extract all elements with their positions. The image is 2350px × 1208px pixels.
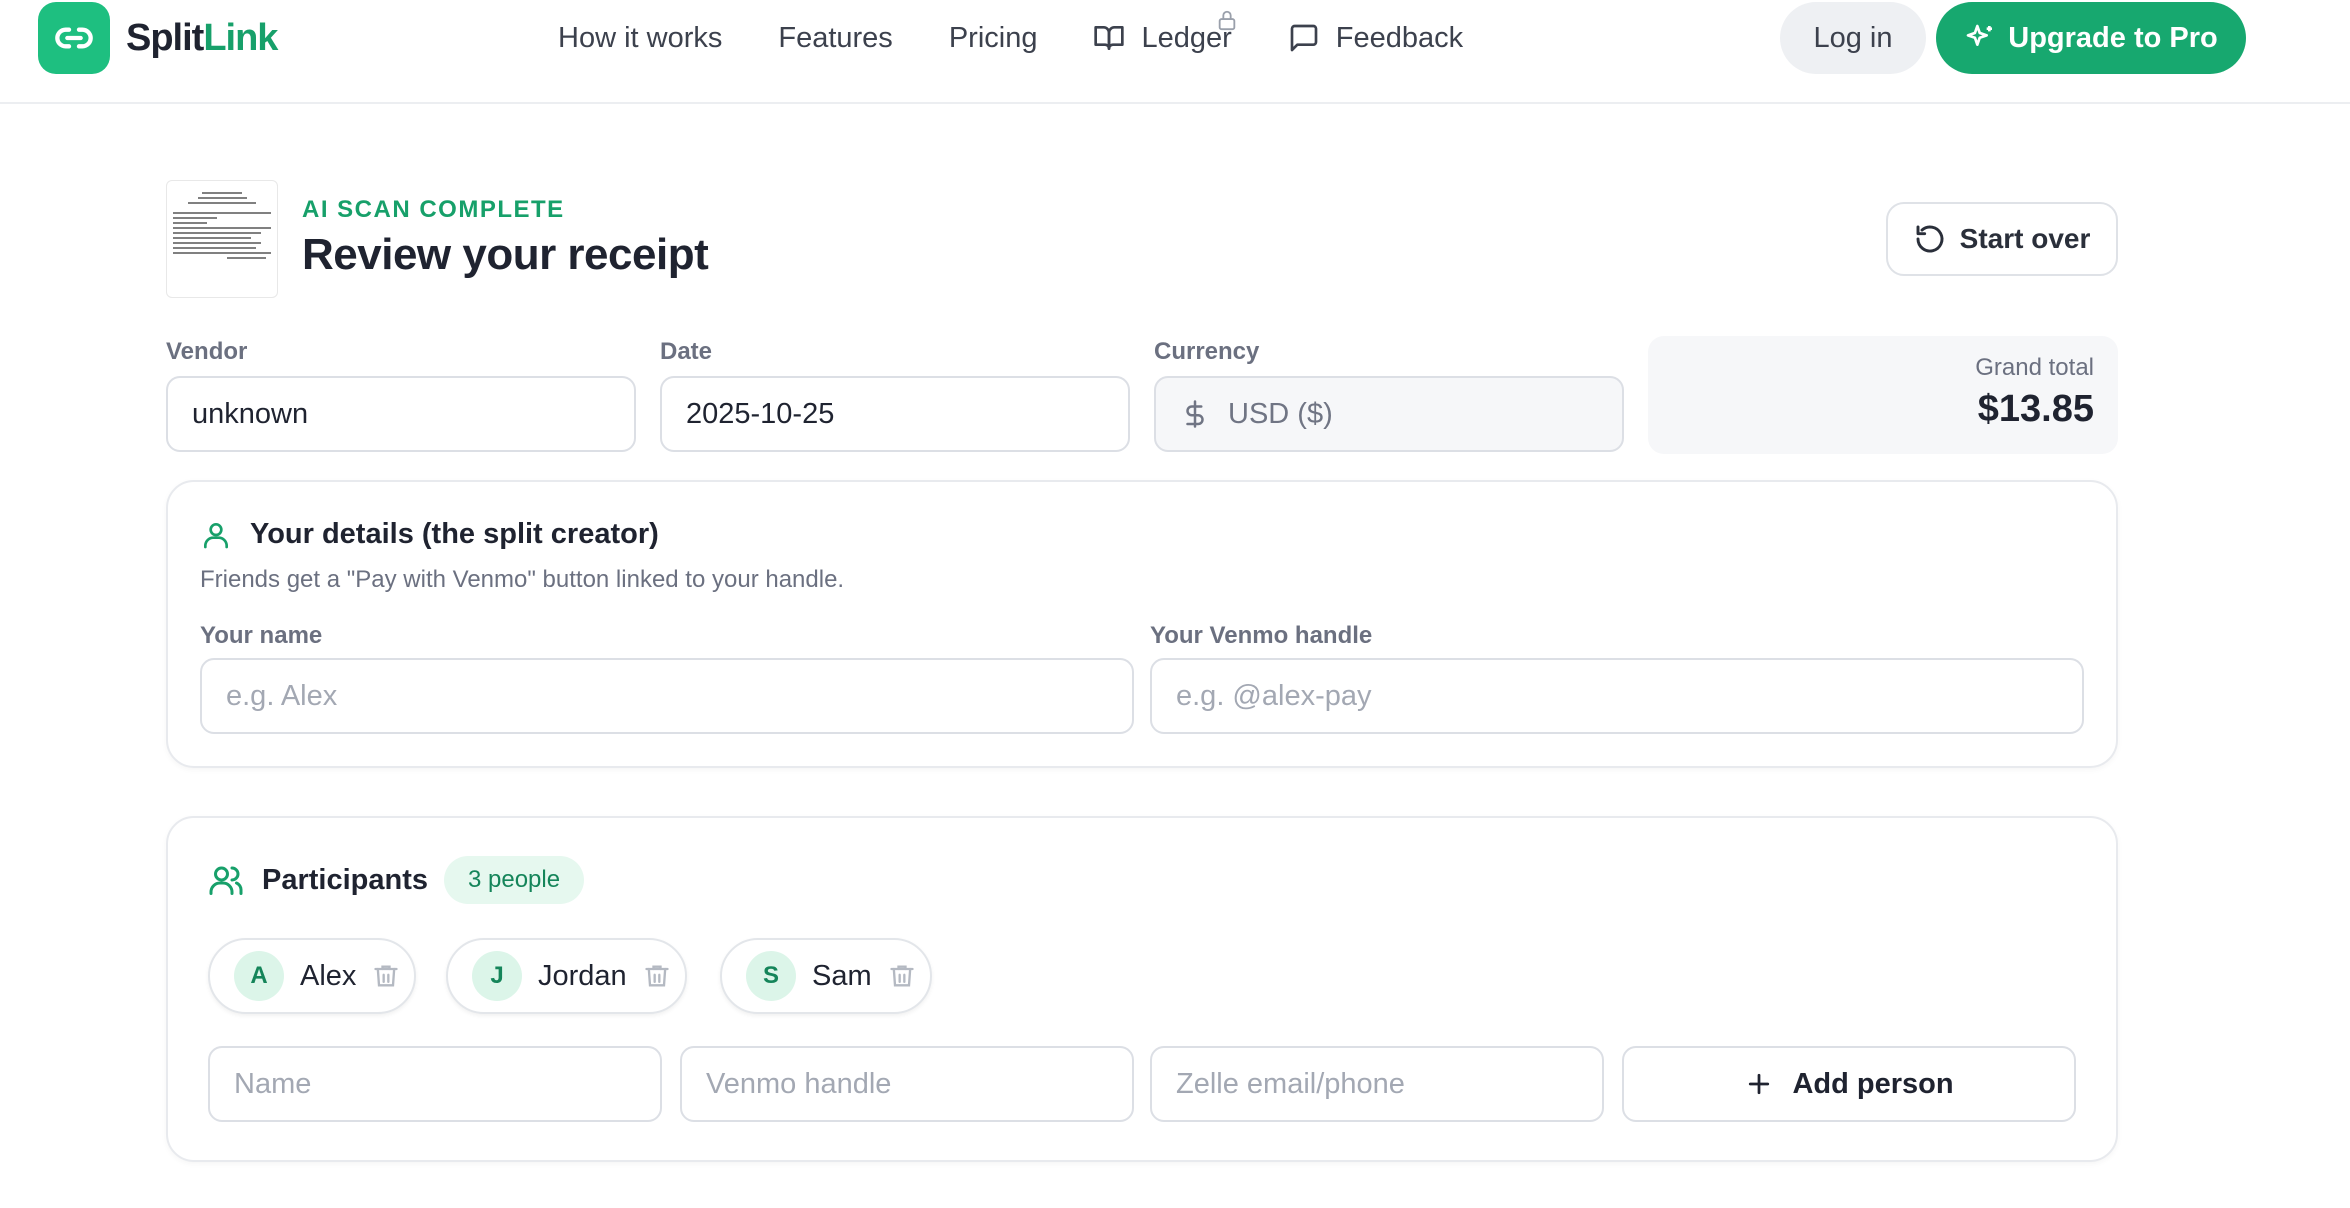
dollar-icon — [1186, 400, 1204, 428]
date-input[interactable]: 2025-10-25 — [660, 376, 1130, 452]
avatar: S — [746, 951, 796, 1001]
trash-icon[interactable] — [888, 962, 916, 990]
date-label: Date — [660, 338, 713, 365]
start-over-label: Start over — [1959, 223, 2091, 254]
grand-total-box: Grand total $13.85 — [1648, 336, 2118, 454]
participant-chip: S Sam — [720, 938, 932, 1014]
receipt-thumbnail[interactable] — [166, 180, 278, 298]
nav-feedback-label: Feedback — [1335, 21, 1464, 54]
login-button[interactable]: Log in — [1780, 2, 1926, 74]
nav-ledger[interactable]: Ledger — [1093, 10, 1236, 55]
start-over-button[interactable]: Start over — [1886, 202, 2118, 276]
participant-chip: J Jordan — [446, 938, 687, 1014]
participants-title-text: Participants — [262, 863, 428, 896]
participant-name: Alex — [300, 959, 357, 992]
top-navbar: SplitLink How it works Features Pricing … — [0, 0, 2350, 104]
participants-count-badge: 3 people — [444, 856, 585, 904]
sparkle-icon — [1966, 24, 1993, 46]
link-icon — [38, 2, 110, 74]
nav-features[interactable]: Features — [778, 22, 892, 55]
currency-select[interactable]: USD ($) — [1154, 376, 1624, 452]
nav-how-it-works[interactable]: How it works — [558, 22, 722, 55]
trash-icon[interactable] — [372, 962, 400, 990]
grand-total-label: Grand total — [1975, 354, 2094, 381]
upgrade-label: Upgrade to Pro — [2008, 21, 2218, 54]
currency-label: Currency — [1154, 338, 1260, 365]
refresh-icon — [1916, 225, 1944, 253]
your-name-label: Your name — [200, 622, 323, 649]
grand-total-value: $13.85 — [1977, 388, 2094, 430]
creator-subtitle: Friends get a "Pay with Venmo" button li… — [200, 566, 845, 593]
main-nav: How it works Features Pricing Ledger Fee… — [558, 0, 1519, 76]
lock-icon — [1218, 10, 1236, 30]
page-title: Review your receipt — [302, 230, 709, 279]
plus-icon — [1749, 1073, 1770, 1095]
brand-logo[interactable]: SplitLink — [38, 2, 278, 74]
creator-title-text: Your details (the split creator) — [250, 518, 659, 550]
avatar: J — [472, 951, 522, 1001]
trash-icon[interactable] — [643, 962, 671, 990]
brand-name: SplitLink — [126, 16, 278, 59]
book-icon — [1094, 26, 1125, 50]
vendor-input[interactable]: unknown — [166, 376, 636, 452]
nav-pricing[interactable]: Pricing — [949, 22, 1038, 55]
new-participant-venmo-input[interactable]: Venmo handle — [680, 1046, 1134, 1122]
participant-chip: A Alex — [208, 938, 417, 1014]
new-participant-name-input[interactable]: Name — [208, 1046, 662, 1122]
creator-details-card: Your details (the split creator) Friends… — [166, 480, 2118, 768]
creator-card-title: Your details (the split creator) — [200, 518, 659, 551]
add-person-label: Add person — [1792, 1067, 1954, 1100]
nav-feedback[interactable]: Feedback — [1288, 22, 1463, 55]
participant-name: Jordan — [538, 959, 627, 992]
users-icon — [209, 866, 243, 895]
avatar: A — [234, 951, 284, 1001]
chat-icon — [1290, 24, 1318, 52]
participants-title: Participants 3 people — [208, 856, 585, 904]
participant-name: Sam — [812, 959, 872, 992]
upgrade-button[interactable]: Upgrade to Pro — [1936, 2, 2246, 74]
currency-value: USD ($) — [1228, 397, 1333, 430]
new-participant-zelle-input[interactable]: Zelle email/phone — [1150, 1046, 1604, 1122]
venmo-handle-label: Your Venmo handle — [1150, 622, 1373, 649]
scan-status-label: AI SCAN COMPLETE — [302, 196, 565, 223]
add-person-button[interactable]: Add person — [1622, 1046, 2076, 1122]
your-name-input[interactable]: e.g. Alex — [200, 658, 1134, 734]
user-icon — [204, 522, 228, 548]
vendor-label: Vendor — [166, 338, 248, 365]
venmo-handle-input[interactable]: e.g. @alex-pay — [1150, 658, 2084, 734]
